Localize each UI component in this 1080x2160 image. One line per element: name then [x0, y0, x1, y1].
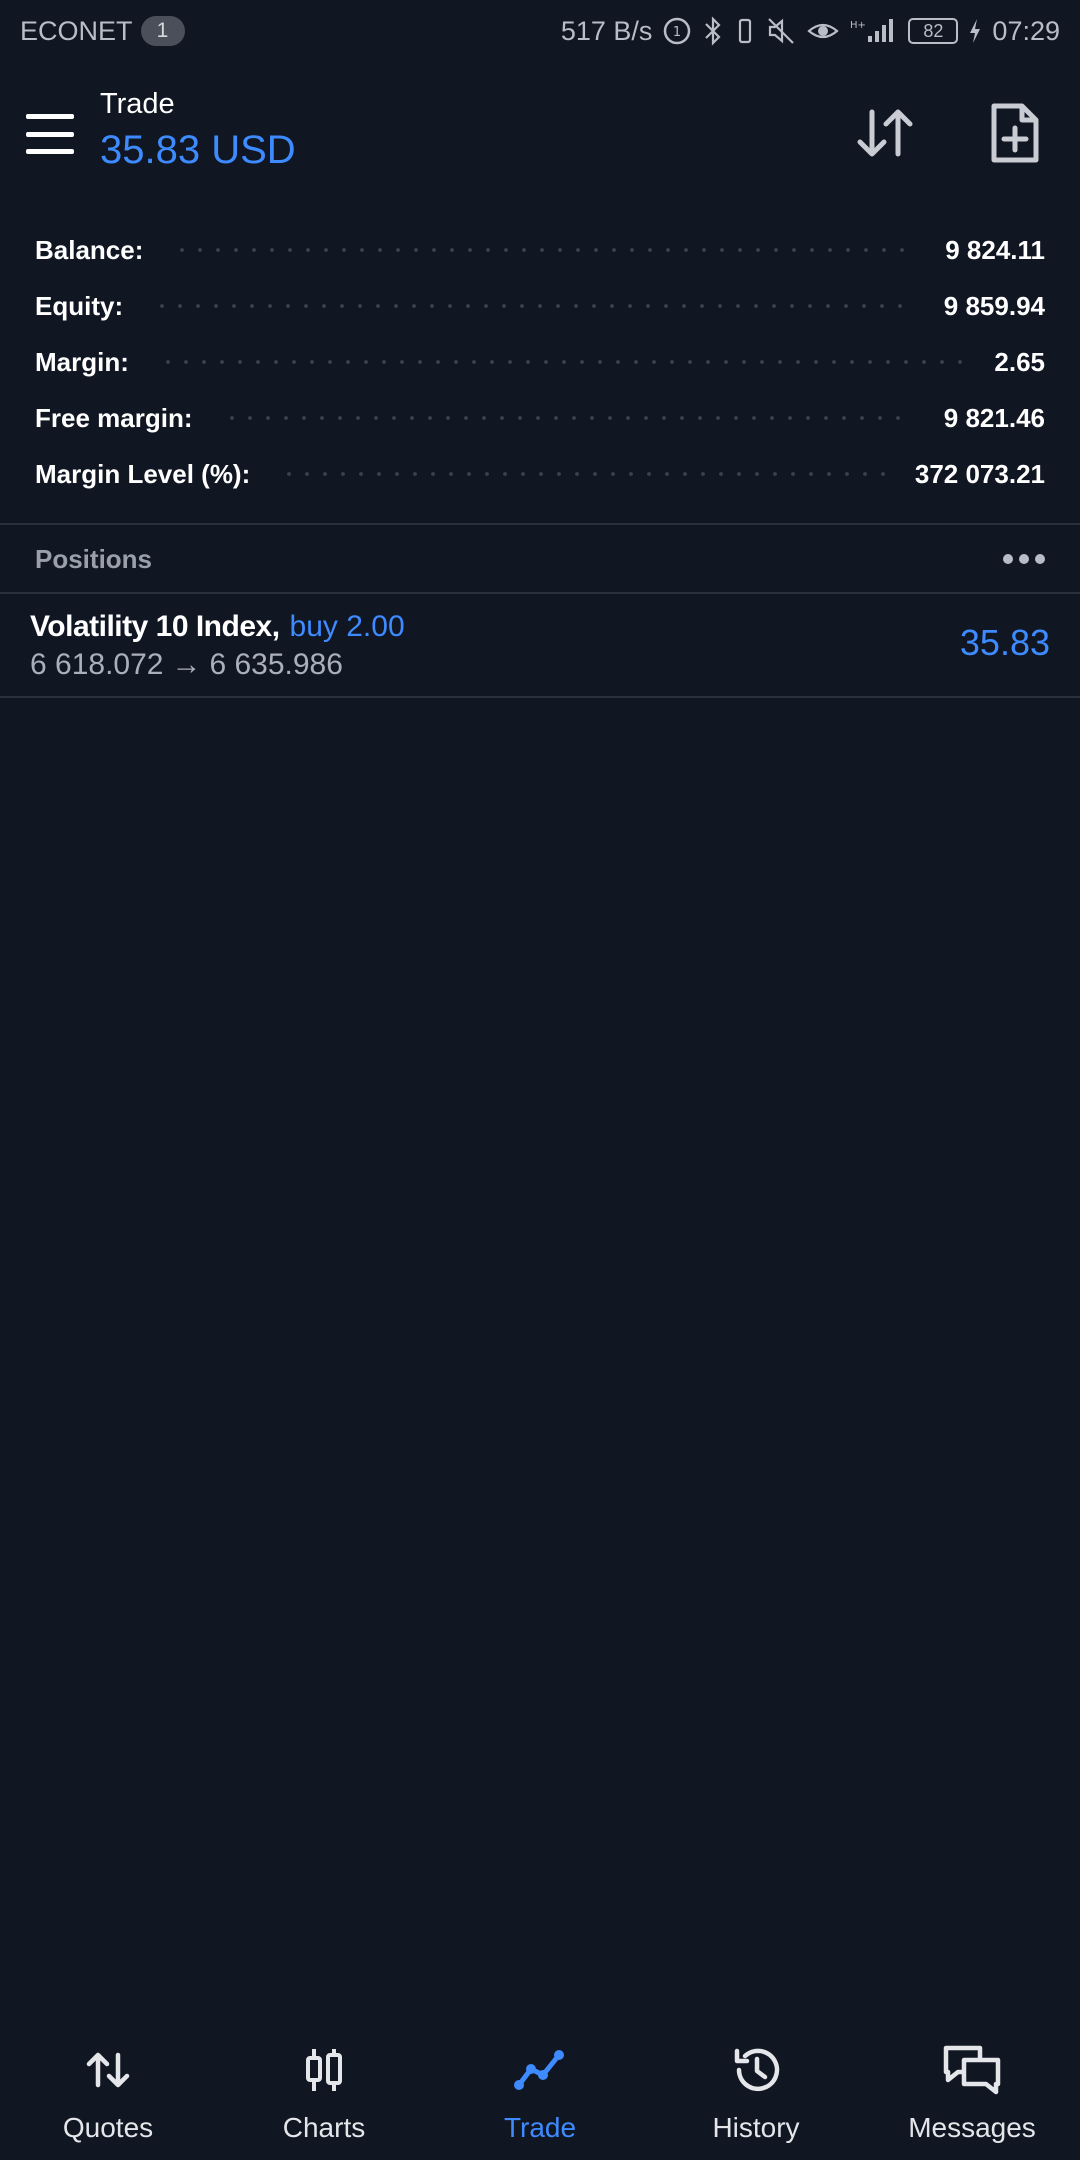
- status-left: ECONET 1: [20, 16, 185, 47]
- position-row[interactable]: Volatility 10 Index, buy 2.00 6 618.072 → 6…: [0, 596, 1080, 696]
- open-price: 6 618.072: [30, 648, 164, 681]
- quotes-icon: [78, 2040, 138, 2100]
- position-type: buy 2.00: [289, 610, 405, 643]
- battery-indicator: 82: [908, 18, 959, 44]
- dotted-leader: [222, 416, 914, 420]
- app-header: Trade 35.83 USD: [0, 70, 1080, 200]
- nav-label: Messages: [908, 2112, 1036, 2143]
- data-saver-icon: 1: [662, 14, 692, 48]
- position-title-line: Volatility 10 Index, buy 2.00: [30, 610, 405, 644]
- menu-icon-bar: [26, 131, 74, 137]
- more-dot: [1003, 554, 1013, 564]
- eye-comfort-icon: [806, 14, 840, 48]
- summary-value: 9 824.11: [945, 234, 1045, 265]
- header-profit: 35.83 USD: [100, 128, 296, 172]
- more-dot: [1035, 554, 1045, 564]
- summary-label: Balance:: [35, 234, 144, 265]
- dotted-leader: [173, 248, 916, 252]
- sort-icon: [857, 109, 913, 157]
- summary-row-equity: Equity: 9 859.94: [0, 278, 1080, 334]
- position-prices: 6 618.072 → 6 635.986: [30, 648, 343, 682]
- nav-label: History: [712, 2112, 800, 2143]
- menu-icon-bar: [26, 149, 74, 154]
- new-document-icon: [991, 103, 1039, 163]
- dotted-leader: [158, 360, 965, 364]
- more-dot: [1019, 554, 1029, 564]
- bottom-navigation: Quotes Charts Trade History Messages: [0, 2020, 1080, 2160]
- history-icon: [726, 2040, 786, 2100]
- network-speed: 517 B/s: [560, 15, 653, 46]
- nav-trade[interactable]: Trade: [440, 2020, 640, 2144]
- position-profit: 35.83: [959, 622, 1050, 663]
- clock: 07:29: [992, 15, 1060, 46]
- nav-messages[interactable]: Messages: [872, 2020, 1072, 2144]
- section-divider: [0, 523, 1080, 525]
- vibrate-icon: [734, 14, 756, 48]
- status-bar: ECONET 1 517 B/s 1 H+ 82 07:29: [0, 0, 1080, 62]
- section-divider: [0, 696, 1080, 698]
- nav-charts[interactable]: Charts: [224, 2020, 424, 2144]
- section-divider: [0, 592, 1080, 594]
- summary-value: 9 821.46: [943, 402, 1045, 433]
- arrow-right-icon: →: [171, 648, 202, 681]
- nav-quotes[interactable]: Quotes: [8, 2020, 208, 2144]
- summary-label: Margin Level (%):: [35, 458, 251, 489]
- mute-icon: [766, 14, 796, 48]
- account-summary: Balance: 9 824.11 Equity: 9 859.94 Margi…: [0, 222, 1080, 502]
- sim-badge: 1: [140, 16, 185, 46]
- carrier-name: ECONET: [20, 15, 133, 46]
- dotted-leader: [153, 304, 914, 308]
- summary-row-free-margin: Free margin: 9 821.46: [0, 390, 1080, 446]
- signal-icon: H+: [850, 14, 898, 48]
- nav-history[interactable]: History: [656, 2020, 856, 2144]
- new-order-button[interactable]: [980, 98, 1050, 168]
- bluetooth-icon: [702, 14, 724, 48]
- current-price: 6 635.986: [209, 648, 343, 681]
- summary-row-margin-level: Margin Level (%): 372 073.21: [0, 446, 1080, 502]
- charging-icon: [968, 14, 982, 48]
- positions-title: Positions: [35, 543, 153, 574]
- positions-header: Positions: [0, 526, 1080, 592]
- status-right: 517 B/s 1 H+ 82 07:29: [561, 14, 1060, 48]
- summary-label: Margin:: [35, 346, 129, 377]
- menu-icon-bar: [26, 114, 74, 119]
- svg-text:1: 1: [673, 25, 681, 40]
- menu-button[interactable]: [22, 110, 78, 158]
- sort-button[interactable]: [850, 98, 920, 168]
- more-options-button[interactable]: [1003, 544, 1045, 574]
- summary-row-margin: Margin: 2.65: [0, 334, 1080, 390]
- summary-label: Equity:: [35, 290, 124, 321]
- nav-label: Charts: [282, 2112, 366, 2143]
- trade-icon: [510, 2040, 570, 2100]
- summary-label: Free margin:: [35, 402, 193, 433]
- charts-icon: [294, 2040, 354, 2100]
- svg-text:H+: H+: [850, 20, 866, 31]
- summary-value: 9 859.94: [943, 290, 1045, 321]
- summary-value: 2.65: [994, 346, 1045, 377]
- summary-value: 372 073.21: [914, 458, 1045, 489]
- summary-row-balance: Balance: 9 824.11: [0, 222, 1080, 278]
- messages-icon: [942, 2040, 1002, 2100]
- nav-label: Quotes: [62, 2112, 154, 2143]
- position-symbol: Volatility 10 Index,: [30, 610, 280, 643]
- dotted-leader: [280, 472, 885, 476]
- nav-label: Trade: [503, 2112, 577, 2143]
- page-title: Trade: [100, 88, 175, 120]
